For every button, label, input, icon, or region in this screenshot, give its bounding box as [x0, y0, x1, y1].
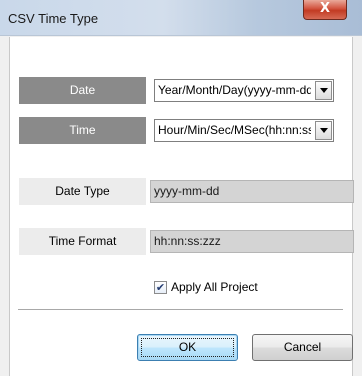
csv-time-type-dialog: CSV Time Type X Date Year/Month/Day(yyyy…	[0, 0, 362, 376]
window-title: CSV Time Type	[8, 11, 99, 26]
cancel-button-label: Cancel	[283, 340, 322, 354]
date-format-dropdown[interactable]: Year/Month/Day(yyyy-mm-dd)	[154, 79, 334, 102]
date-format-selected: Year/Month/Day(yyyy-mm-dd)	[158, 83, 311, 97]
date-dropdown-arrow-button[interactable]	[315, 81, 332, 100]
ok-button-label: OK	[178, 340, 197, 354]
title-bar[interactable]: CSV Time Type X	[0, 0, 362, 36]
date-type-label: Date Type	[19, 178, 146, 205]
chevron-down-icon	[319, 128, 328, 133]
checkmark-icon: ✔	[155, 280, 166, 294]
separator	[18, 309, 343, 310]
close-button[interactable]: X	[303, 0, 347, 20]
close-icon: X	[319, 1, 331, 16]
time-format-dropdown[interactable]: Hour/Min/Sec/MSec(hh:nn:ss:zzz)	[154, 119, 334, 142]
time-format-selected: Hour/Min/Sec/MSec(hh:nn:ss:zzz)	[158, 123, 311, 137]
time-format-field: hh:nn:ss:zzz	[150, 230, 354, 253]
date-type-field: yyyy-mm-dd	[150, 180, 354, 203]
time-format-label: Time Format	[19, 228, 146, 255]
apply-all-project-label[interactable]: Apply All Project	[171, 280, 258, 294]
chevron-down-icon	[319, 88, 328, 93]
apply-all-project-checkbox[interactable]: ✔	[154, 280, 167, 294]
apply-all-project-checkbox-row[interactable]: ✔ Apply All Project	[154, 279, 258, 295]
time-dropdown-arrow-button[interactable]	[315, 121, 332, 140]
date-label: Date	[19, 77, 146, 104]
time-label: Time	[19, 117, 146, 144]
cancel-button[interactable]: Cancel	[252, 334, 353, 361]
ok-button[interactable]: OK	[137, 334, 238, 361]
